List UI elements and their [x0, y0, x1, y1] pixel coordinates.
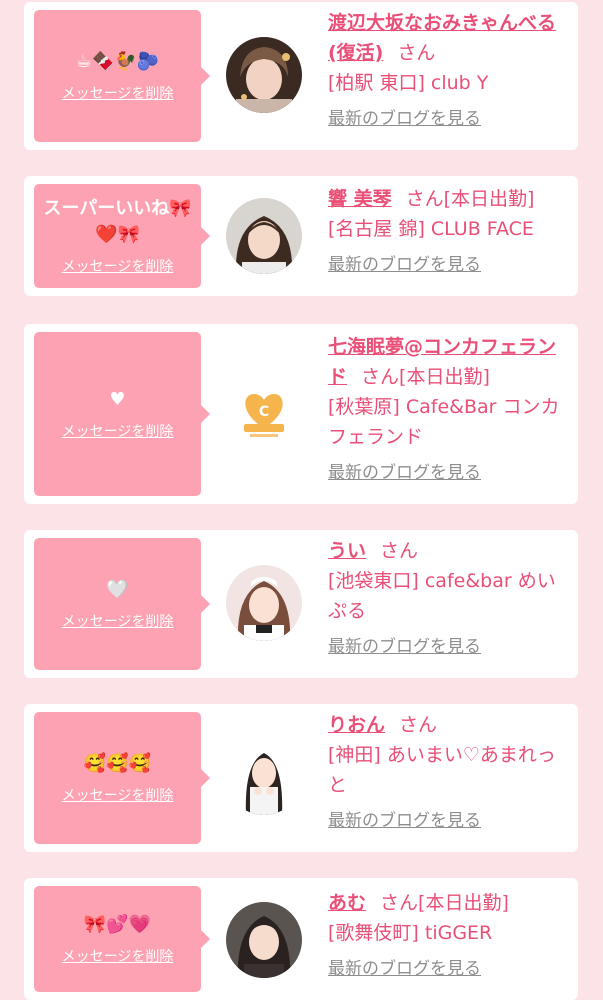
- message-text: ♥: [109, 389, 126, 410]
- avatar[interactable]: [226, 198, 302, 274]
- message-bubble: 🤍 メッセージを削除: [34, 538, 210, 670]
- cast-name-link[interactable]: 響 美琴: [328, 188, 392, 210]
- latest-blog-link[interactable]: 最新のブログを見る: [328, 250, 481, 280]
- delete-message-link[interactable]: メッセージを削除: [62, 256, 174, 276]
- delete-message-link[interactable]: メッセージを削除: [62, 83, 174, 103]
- cast-info: うい さん [池袋東口] cafe&bar めいぷる 最新のブログを見る: [328, 536, 572, 662]
- cast-info: 七海眠夢@コンカフェランド さん[本日出勤] [秋葉原] Cafe&Bar コンカ…: [328, 332, 572, 488]
- message-bubble: ♥ メッセージを削除: [34, 332, 210, 496]
- status-badge: [本日出勤]: [399, 366, 490, 388]
- shop-location: [秋葉原] Cafe&Bar コンカフェランド: [328, 396, 560, 448]
- message-text: 🥰🥰🥰: [83, 753, 152, 774]
- list-item: 🥰🥰🥰 メッセージを削除 りおん さん [神田] あいまい♡あまれっと 最新のブロ…: [24, 704, 578, 852]
- message-bubble: ☕🍫🐓🫐 メッセージを削除: [34, 10, 210, 142]
- svg-text:C: C: [259, 404, 269, 420]
- delete-message-link[interactable]: メッセージを削除: [62, 611, 174, 631]
- message-text: ☕🍫🐓🫐: [75, 51, 160, 72]
- message-bubble: スーパーいいね🎀❤️🎀 メッセージを削除: [34, 184, 210, 288]
- cast-info: あむ さん[本日出勤] [歌舞伎町] tiGGER 最新のブログを見る: [328, 888, 572, 984]
- delete-message-link[interactable]: メッセージを削除: [62, 785, 174, 805]
- cast-info: 響 美琴 さん[本日出勤] [名古屋 錦] CLUB FACE 最新のブログを見る: [328, 184, 572, 280]
- status-badge: [本日出勤]: [443, 188, 535, 210]
- shop-location: [柏駅 東口] club Y: [328, 72, 489, 94]
- list-item: 🤍 メッセージを削除 うい さん [池袋東口] cafe&bar めいぷる 最新の…: [24, 530, 578, 678]
- avatar[interactable]: [226, 739, 302, 815]
- honorific: さん: [405, 188, 444, 210]
- list-item: スーパーいいね🎀❤️🎀 メッセージを削除 響 美琴 さん[本日出勤] [名古屋 錦…: [24, 176, 578, 296]
- message-text: 🎀💕💗: [83, 914, 152, 935]
- message-bubble: 🥰🥰🥰 メッセージを削除: [34, 712, 210, 844]
- latest-blog-link[interactable]: 最新のブログを見る: [328, 806, 481, 836]
- avatar[interactable]: [226, 902, 302, 978]
- avatar[interactable]: [226, 37, 302, 113]
- latest-blog-link[interactable]: 最新のブログを見る: [328, 104, 481, 134]
- avatar[interactable]: [226, 565, 302, 641]
- latest-blog-link[interactable]: 最新のブログを見る: [328, 632, 481, 662]
- message-text: 🤍: [106, 579, 129, 600]
- cast-info: りおん さん [神田] あいまい♡あまれっと 最新のブログを見る: [328, 710, 572, 836]
- honorific: さん: [397, 42, 436, 64]
- shop-location: [池袋東口] cafe&bar めいぷる: [328, 570, 556, 622]
- latest-blog-link[interactable]: 最新のブログを見る: [328, 458, 481, 488]
- list-item: ♥ メッセージを削除 C 七海眠夢@コンカフェランド さん[本日出勤] [秋葉原]…: [24, 324, 578, 504]
- cast-name-link[interactable]: うい: [328, 540, 366, 562]
- delete-message-link[interactable]: メッセージを削除: [62, 421, 174, 441]
- honorific: さん: [399, 714, 438, 736]
- honorific: さん: [361, 366, 400, 388]
- message-text: スーパーいいね🎀❤️🎀: [43, 198, 192, 245]
- shop-logo[interactable]: C: [226, 376, 302, 452]
- shop-location: [神田] あいまい♡あまれっと: [328, 744, 556, 796]
- cast-name-link[interactable]: あむ: [328, 892, 366, 914]
- cast-info: 渡辺大坂なおみきゃんべる(復活) さん [柏駅 東口] club Y 最新のブログ…: [328, 8, 572, 134]
- message-bubble: 🎀💕💗 メッセージを削除: [34, 886, 210, 992]
- list-item: ☕🍫🐓🫐 メッセージを削除 渡辺大坂なおみきゃんべる(復活) さん [柏駅 東口]…: [24, 2, 578, 150]
- honorific: さん: [380, 892, 419, 914]
- cast-name-link[interactable]: 渡辺大坂なおみきゃんべる(復活): [328, 12, 556, 64]
- shop-location: [名古屋 錦] CLUB FACE: [328, 218, 534, 240]
- latest-blog-link[interactable]: 最新のブログを見る: [328, 954, 481, 984]
- list-item: 🎀💕💗 メッセージを削除 あむ さん[本日出勤] [歌舞伎町] tiGGER 最新…: [24, 878, 578, 1000]
- shop-location: [歌舞伎町] tiGGER: [328, 922, 493, 944]
- delete-message-link[interactable]: メッセージを削除: [62, 946, 174, 966]
- status-badge: [本日出勤]: [418, 892, 509, 914]
- liked-list: ☕🍫🐓🫐 メッセージを削除 渡辺大坂なおみきゃんべる(復活) さん [柏駅 東口]…: [0, 0, 603, 1000]
- honorific: さん: [380, 540, 419, 562]
- cast-name-link[interactable]: りおん: [328, 714, 385, 736]
